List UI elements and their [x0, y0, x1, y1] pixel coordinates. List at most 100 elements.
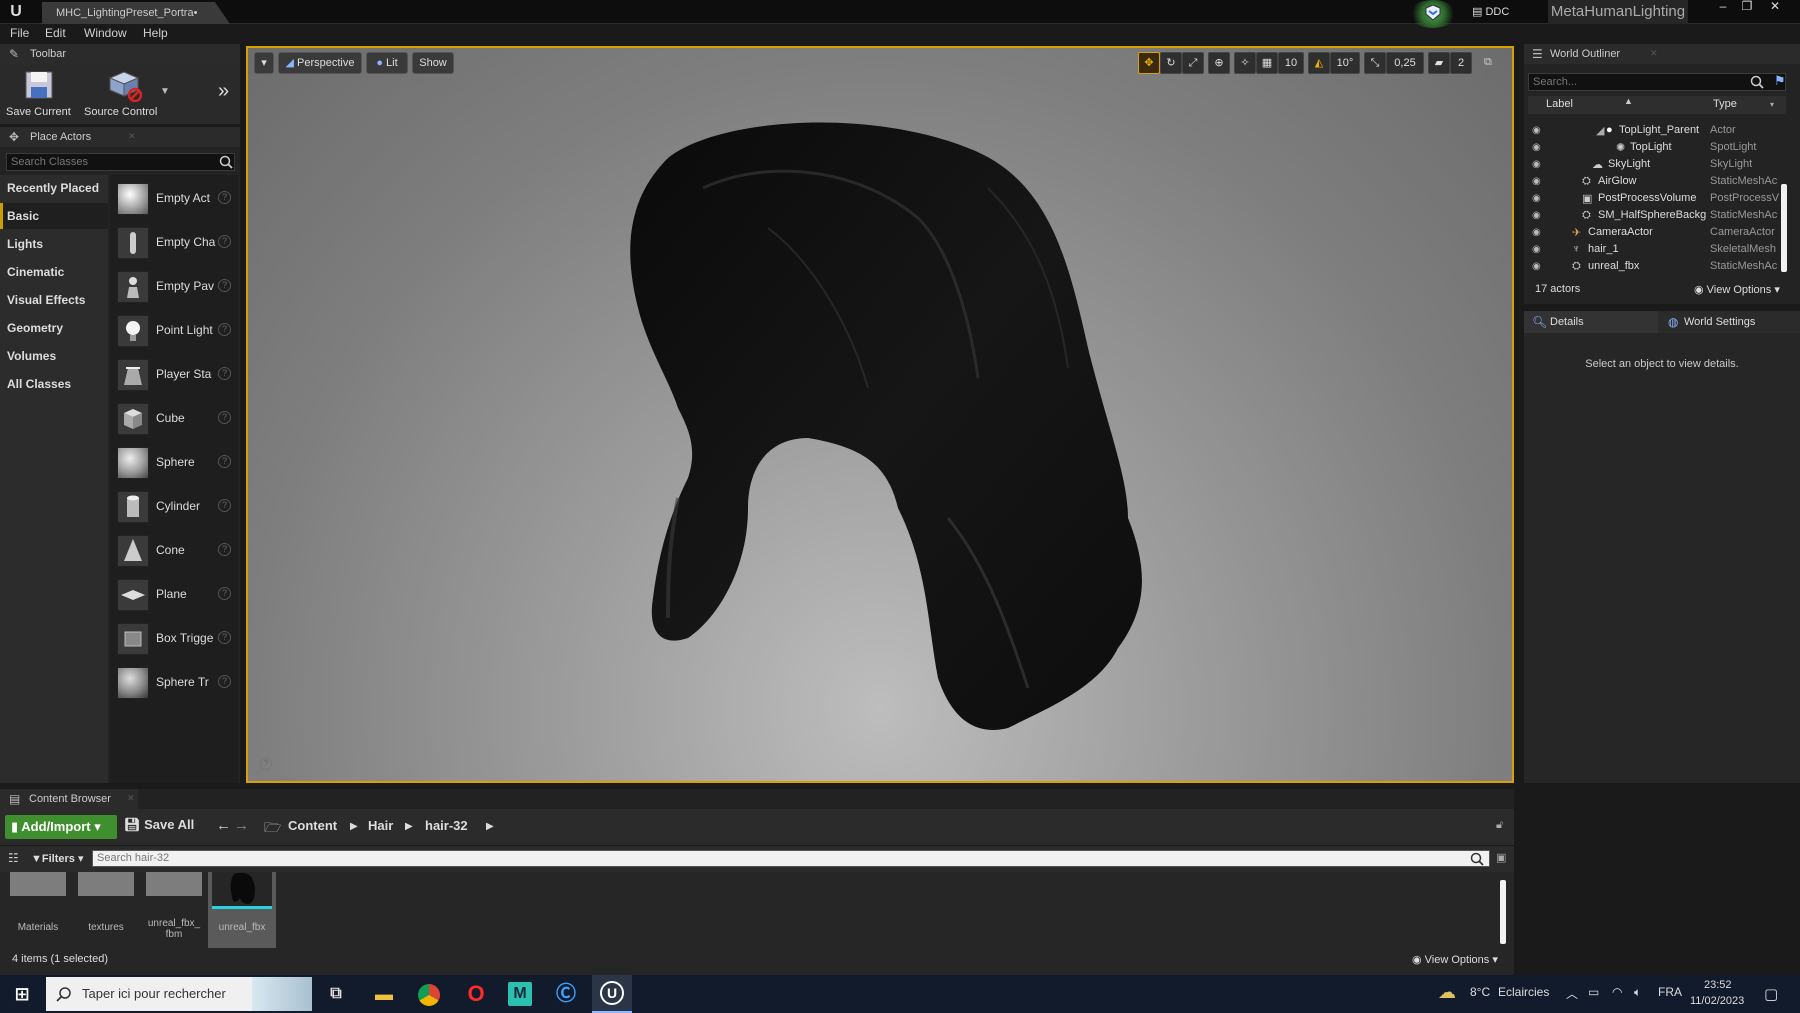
- content-browser-close-icon[interactable]: ✕: [127, 793, 135, 804]
- level-viewport[interactable]: ▾ ◢ Perspective ● Lit Show ✥ ↻ ⤢ ⊕ ✧ ▦ 1…: [246, 46, 1514, 783]
- outliner-search-input[interactable]: Search...: [1528, 73, 1786, 91]
- back-arrow-icon[interactable]: ←: [216, 817, 231, 834]
- visibility-eye-icon[interactable]: ◉: [1532, 261, 1544, 272]
- sources-toggle-icon[interactable]: ☷: [8, 851, 19, 865]
- visibility-eye-icon[interactable]: ◉: [1532, 227, 1544, 238]
- tray-chevron-up-icon[interactable]: ︿: [1566, 985, 1578, 1002]
- category-recently-placed[interactable]: Recently Placed: [0, 175, 108, 201]
- menu-file[interactable]: File: [10, 26, 29, 40]
- help-icon[interactable]: ?: [218, 279, 231, 292]
- help-icon[interactable]: ?: [218, 191, 231, 204]
- visibility-eye-icon[interactable]: ◉: [1532, 159, 1544, 170]
- content-search-input[interactable]: Search hair-32: [92, 850, 1490, 867]
- content-search-icon[interactable]: [1470, 852, 1484, 866]
- source-control-status[interactable]: [1408, 0, 1458, 28]
- volume-icon[interactable]: 🔈︎: [1634, 985, 1641, 1000]
- search-classes-input[interactable]: Search Classes: [6, 153, 235, 171]
- outliner-search-icon[interactable]: [1750, 75, 1764, 89]
- perspective-button[interactable]: ◢ Perspective: [278, 52, 362, 74]
- content-scrollbar[interactable]: [1500, 880, 1506, 944]
- actor-item-empty-pawn[interactable]: Empty Pav?: [110, 265, 238, 309]
- outliner-col-type[interactable]: Type: [1713, 98, 1737, 110]
- help-icon[interactable]: ?: [218, 323, 231, 336]
- filters-button[interactable]: ▼Filters ▾: [31, 852, 83, 865]
- angle-snap-icon[interactable]: ◭: [1308, 52, 1330, 74]
- folder-icon[interactable]: 🗁︎: [264, 817, 281, 841]
- camera-speed-value[interactable]: 2: [1450, 52, 1472, 74]
- save-search-icon[interactable]: ▣: [1496, 851, 1506, 864]
- category-lights[interactable]: Lights: [0, 231, 108, 257]
- outliner-row[interactable]: ◉ ☁ SkyLight SkyLight: [1528, 156, 1786, 173]
- asset-folder-unreal-fbx-fbm[interactable]: unreal_fbx_ fbm: [140, 872, 208, 948]
- sort-up-icon[interactable]: ▲: [1624, 96, 1633, 106]
- category-volumes[interactable]: Volumes: [0, 343, 108, 369]
- outliner-col-label[interactable]: Label: [1546, 98, 1573, 110]
- surface-snap-icon[interactable]: ✧: [1234, 52, 1256, 74]
- windows-start-icon[interactable]: ⊞: [8, 980, 36, 1008]
- actor-item-empty-actor[interactable]: Empty Act?: [110, 177, 238, 221]
- grid-snap-value[interactable]: 10: [1278, 52, 1304, 74]
- outliner-row[interactable]: ◉ ⛭ SM_HalfSphereBackg StaticMeshAc: [1528, 207, 1786, 224]
- help-icon[interactable]: ?: [218, 499, 231, 512]
- category-basic[interactable]: Basic: [0, 203, 108, 229]
- help-icon[interactable]: ?: [218, 235, 231, 248]
- help-icon[interactable]: ?: [218, 543, 231, 556]
- breadcrumb-separator-icon[interactable]: ▶: [486, 821, 494, 832]
- clock-date[interactable]: 11/02/2023: [1690, 995, 1744, 1007]
- outliner-row[interactable]: ◉ ✺ TopLight SpotLight: [1528, 139, 1786, 156]
- save-all-button[interactable]: 💾︎ Save All: [124, 817, 194, 839]
- unreal-logo-icon[interactable]: U: [6, 2, 26, 22]
- chevron-down-icon[interactable]: ▾: [1770, 100, 1774, 109]
- scale-snap-icon[interactable]: ⤡: [1364, 52, 1386, 74]
- wifi-icon[interactable]: ◠: [1612, 985, 1622, 999]
- world-local-icon[interactable]: ⊕: [1208, 52, 1230, 74]
- c-app-icon[interactable]: Ⓒ: [552, 980, 580, 1008]
- help-icon[interactable]: ?: [218, 631, 231, 644]
- outliner-row[interactable]: ◉ ◢ ● TopLight_Parent Actor: [1528, 122, 1786, 139]
- actor-item-box-trigger[interactable]: Box Trigge?: [110, 617, 238, 661]
- dropdown-arrow-icon[interactable]: ▼: [160, 86, 170, 97]
- maximize-viewport-icon[interactable]: ⧉: [1484, 56, 1492, 69]
- document-tab[interactable]: MHC_LightingPreset_Portra•: [42, 2, 230, 24]
- outliner-row[interactable]: ◉ ♆ hair_1 SkeletalMesh: [1528, 241, 1786, 258]
- outliner-row[interactable]: ◉ ⛭ AirGlow StaticMeshAc: [1528, 173, 1786, 190]
- asset-folder-textures[interactable]: textures: [72, 872, 140, 948]
- world-outliner-tab[interactable]: ☰ World Outliner ✕: [1524, 44, 1800, 64]
- actor-item-player-start[interactable]: Player Sta?: [110, 353, 238, 397]
- breadcrumb-hair[interactable]: Hair: [368, 818, 393, 833]
- breadcrumb-separator-icon[interactable]: ▶: [405, 821, 413, 832]
- grid-snap-icon[interactable]: ▦: [1256, 52, 1278, 74]
- search-icon[interactable]: [219, 155, 233, 169]
- world-outliner-close-icon[interactable]: ✕: [1650, 48, 1658, 59]
- language-indicator[interactable]: FRA: [1658, 985, 1682, 999]
- visibility-eye-icon[interactable]: ◉: [1532, 193, 1544, 204]
- task-view-icon[interactable]: ⧉: [322, 980, 350, 1008]
- visibility-eye-icon[interactable]: ◉: [1532, 176, 1544, 187]
- category-geometry[interactable]: Geometry: [0, 315, 108, 341]
- viewport-info-icon[interactable]: ?: [260, 758, 272, 770]
- menu-window[interactable]: Window: [84, 26, 127, 40]
- notifications-icon[interactable]: ▢: [1764, 985, 1778, 1003]
- content-view-options[interactable]: ◉ View Options ▾: [1412, 953, 1498, 966]
- add-import-button[interactable]: ▮ Add/Import ▾: [5, 815, 117, 839]
- expand-toolbar-icon[interactable]: »: [218, 80, 229, 103]
- asset-unreal-fbx-selected[interactable]: unreal_fbx: [208, 872, 276, 948]
- actor-item-empty-character[interactable]: Empty Cha?: [110, 221, 238, 265]
- breadcrumb-hair-32[interactable]: hair-32: [425, 818, 468, 833]
- file-explorer-icon[interactable]: ▬: [370, 980, 398, 1008]
- tray-device-icon[interactable]: ▭: [1588, 985, 1599, 999]
- scale-snap-value[interactable]: 0,25: [1386, 52, 1424, 74]
- actor-item-plane[interactable]: Plane?: [110, 573, 238, 617]
- minimize-icon[interactable]: –: [1712, 0, 1734, 14]
- actor-item-cone[interactable]: Cone?: [110, 529, 238, 573]
- opera-icon[interactable]: O: [462, 980, 490, 1008]
- menu-edit[interactable]: Edit: [45, 26, 66, 40]
- place-actors-tab[interactable]: ✥ Place Actors ✕: [0, 127, 240, 147]
- source-control-button[interactable]: Source Control: [82, 66, 172, 124]
- actor-item-cylinder[interactable]: Cylinder?: [110, 485, 238, 529]
- toolbar-panel-tab[interactable]: ✎ Toolbar: [0, 44, 240, 64]
- tab-details[interactable]: 🔍︎ Details: [1524, 311, 1658, 333]
- outliner-view-options[interactable]: ◉ View Options ▾: [1694, 283, 1780, 296]
- temperature[interactable]: 8°C: [1470, 985, 1490, 999]
- close-icon[interactable]: ✕: [1764, 0, 1786, 14]
